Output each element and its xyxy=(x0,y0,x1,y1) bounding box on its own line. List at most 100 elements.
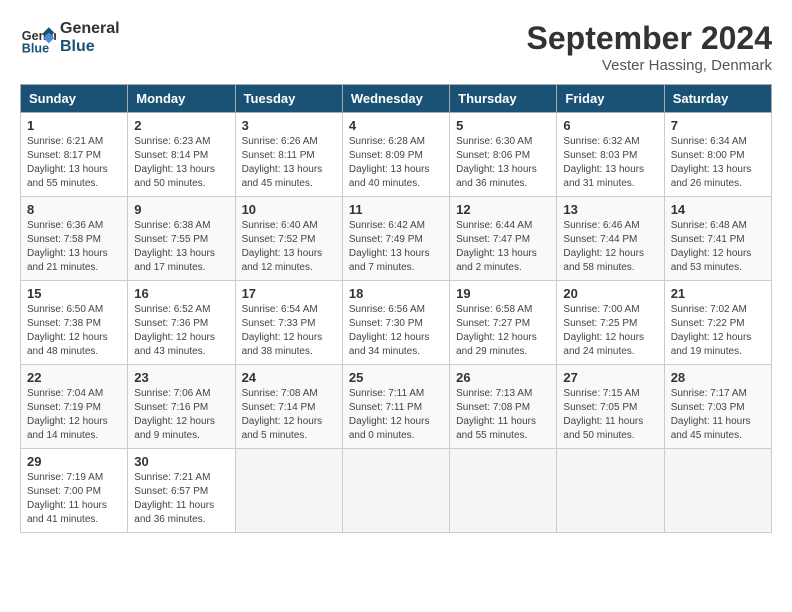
calendar-cell: 18 Sunrise: 6:56 AM Sunset: 7:30 PM Dayl… xyxy=(342,281,449,365)
day-number: 24 xyxy=(242,370,336,385)
calendar-cell: 29 Sunrise: 7:19 AM Sunset: 7:00 PM Dayl… xyxy=(21,449,128,533)
svg-text:Blue: Blue xyxy=(22,41,49,55)
day-of-week-header: Wednesday xyxy=(342,85,449,113)
location-subtitle: Vester Hassing, Denmark xyxy=(527,57,772,74)
day-info: Sunrise: 6:26 AM Sunset: 8:11 PM Dayligh… xyxy=(242,135,336,191)
day-number: 5 xyxy=(456,118,550,133)
day-info: Sunrise: 6:54 AM Sunset: 7:33 PM Dayligh… xyxy=(242,303,336,359)
calendar-cell: 24 Sunrise: 7:08 AM Sunset: 7:14 PM Dayl… xyxy=(235,365,342,449)
day-number: 23 xyxy=(134,370,228,385)
day-info: Sunrise: 6:36 AM Sunset: 7:58 PM Dayligh… xyxy=(27,219,121,275)
day-info: Sunrise: 6:42 AM Sunset: 7:49 PM Dayligh… xyxy=(349,219,443,275)
day-number: 19 xyxy=(456,286,550,301)
day-number: 25 xyxy=(349,370,443,385)
calendar-week-row: 8 Sunrise: 6:36 AM Sunset: 7:58 PM Dayli… xyxy=(21,197,772,281)
day-info: Sunrise: 7:17 AM Sunset: 7:03 PM Dayligh… xyxy=(671,387,765,443)
day-info: Sunrise: 7:02 AM Sunset: 7:22 PM Dayligh… xyxy=(671,303,765,359)
day-number: 28 xyxy=(671,370,765,385)
day-of-week-header: Sunday xyxy=(21,85,128,113)
day-info: Sunrise: 7:15 AM Sunset: 7:05 PM Dayligh… xyxy=(563,387,657,443)
day-info: Sunrise: 6:44 AM Sunset: 7:47 PM Dayligh… xyxy=(456,219,550,275)
calendar-cell: 21 Sunrise: 7:02 AM Sunset: 7:22 PM Dayl… xyxy=(664,281,771,365)
day-info: Sunrise: 6:21 AM Sunset: 8:17 PM Dayligh… xyxy=(27,135,121,191)
day-number: 18 xyxy=(349,286,443,301)
day-number: 1 xyxy=(27,118,121,133)
day-info: Sunrise: 6:38 AM Sunset: 7:55 PM Dayligh… xyxy=(134,219,228,275)
header: General Blue General Blue September 2024… xyxy=(20,20,772,74)
calendar-cell: 3 Sunrise: 6:26 AM Sunset: 8:11 PM Dayli… xyxy=(235,113,342,197)
day-of-week-header: Thursday xyxy=(450,85,557,113)
calendar-cell xyxy=(557,449,664,533)
calendar-cell: 23 Sunrise: 7:06 AM Sunset: 7:16 PM Dayl… xyxy=(128,365,235,449)
calendar-week-row: 1 Sunrise: 6:21 AM Sunset: 8:17 PM Dayli… xyxy=(21,113,772,197)
calendar-cell: 5 Sunrise: 6:30 AM Sunset: 8:06 PM Dayli… xyxy=(450,113,557,197)
calendar-cell: 14 Sunrise: 6:48 AM Sunset: 7:41 PM Dayl… xyxy=(664,197,771,281)
calendar-cell: 12 Sunrise: 6:44 AM Sunset: 7:47 PM Dayl… xyxy=(450,197,557,281)
calendar-cell: 7 Sunrise: 6:34 AM Sunset: 8:00 PM Dayli… xyxy=(664,113,771,197)
calendar-cell xyxy=(664,449,771,533)
calendar-header-row: SundayMondayTuesdayWednesdayThursdayFrid… xyxy=(21,85,772,113)
day-of-week-header: Friday xyxy=(557,85,664,113)
calendar-cell: 15 Sunrise: 6:50 AM Sunset: 7:38 PM Dayl… xyxy=(21,281,128,365)
day-number: 11 xyxy=(349,202,443,217)
calendar-cell: 17 Sunrise: 6:54 AM Sunset: 7:33 PM Dayl… xyxy=(235,281,342,365)
day-info: Sunrise: 6:48 AM Sunset: 7:41 PM Dayligh… xyxy=(671,219,765,275)
day-number: 10 xyxy=(242,202,336,217)
calendar-cell: 28 Sunrise: 7:17 AM Sunset: 7:03 PM Dayl… xyxy=(664,365,771,449)
calendar-cell xyxy=(450,449,557,533)
day-number: 7 xyxy=(671,118,765,133)
day-info: Sunrise: 7:06 AM Sunset: 7:16 PM Dayligh… xyxy=(134,387,228,443)
calendar-cell: 25 Sunrise: 7:11 AM Sunset: 7:11 PM Dayl… xyxy=(342,365,449,449)
logo-blue: Blue xyxy=(60,38,120,56)
day-info: Sunrise: 7:19 AM Sunset: 7:00 PM Dayligh… xyxy=(27,471,121,527)
day-info: Sunrise: 6:52 AM Sunset: 7:36 PM Dayligh… xyxy=(134,303,228,359)
calendar-cell: 20 Sunrise: 7:00 AM Sunset: 7:25 PM Dayl… xyxy=(557,281,664,365)
day-number: 9 xyxy=(134,202,228,217)
day-info: Sunrise: 7:21 AM Sunset: 6:57 PM Dayligh… xyxy=(134,471,228,527)
day-number: 15 xyxy=(27,286,121,301)
calendar-cell: 9 Sunrise: 6:38 AM Sunset: 7:55 PM Dayli… xyxy=(128,197,235,281)
logo: General Blue General Blue xyxy=(20,20,120,56)
day-number: 2 xyxy=(134,118,228,133)
calendar-table: SundayMondayTuesdayWednesdayThursdayFrid… xyxy=(20,84,772,533)
day-number: 4 xyxy=(349,118,443,133)
calendar-week-row: 22 Sunrise: 7:04 AM Sunset: 7:19 PM Dayl… xyxy=(21,365,772,449)
calendar-cell: 2 Sunrise: 6:23 AM Sunset: 8:14 PM Dayli… xyxy=(128,113,235,197)
day-info: Sunrise: 6:23 AM Sunset: 8:14 PM Dayligh… xyxy=(134,135,228,191)
day-number: 29 xyxy=(27,454,121,469)
day-of-week-header: Tuesday xyxy=(235,85,342,113)
calendar-cell: 16 Sunrise: 6:52 AM Sunset: 7:36 PM Dayl… xyxy=(128,281,235,365)
calendar-cell: 1 Sunrise: 6:21 AM Sunset: 8:17 PM Dayli… xyxy=(21,113,128,197)
calendar-cell: 8 Sunrise: 6:36 AM Sunset: 7:58 PM Dayli… xyxy=(21,197,128,281)
day-info: Sunrise: 6:30 AM Sunset: 8:06 PM Dayligh… xyxy=(456,135,550,191)
day-info: Sunrise: 6:56 AM Sunset: 7:30 PM Dayligh… xyxy=(349,303,443,359)
day-of-week-header: Saturday xyxy=(664,85,771,113)
day-info: Sunrise: 7:04 AM Sunset: 7:19 PM Dayligh… xyxy=(27,387,121,443)
day-info: Sunrise: 7:13 AM Sunset: 7:08 PM Dayligh… xyxy=(456,387,550,443)
day-info: Sunrise: 7:08 AM Sunset: 7:14 PM Dayligh… xyxy=(242,387,336,443)
calendar-cell: 6 Sunrise: 6:32 AM Sunset: 8:03 PM Dayli… xyxy=(557,113,664,197)
calendar-cell: 4 Sunrise: 6:28 AM Sunset: 8:09 PM Dayli… xyxy=(342,113,449,197)
day-number: 22 xyxy=(27,370,121,385)
month-title: September 2024 xyxy=(527,20,772,57)
calendar-cell: 11 Sunrise: 6:42 AM Sunset: 7:49 PM Dayl… xyxy=(342,197,449,281)
day-info: Sunrise: 6:50 AM Sunset: 7:38 PM Dayligh… xyxy=(27,303,121,359)
day-number: 20 xyxy=(563,286,657,301)
day-info: Sunrise: 6:58 AM Sunset: 7:27 PM Dayligh… xyxy=(456,303,550,359)
day-number: 30 xyxy=(134,454,228,469)
day-number: 16 xyxy=(134,286,228,301)
calendar-cell: 26 Sunrise: 7:13 AM Sunset: 7:08 PM Dayl… xyxy=(450,365,557,449)
calendar-cell: 22 Sunrise: 7:04 AM Sunset: 7:19 PM Dayl… xyxy=(21,365,128,449)
day-number: 3 xyxy=(242,118,336,133)
day-info: Sunrise: 6:32 AM Sunset: 8:03 PM Dayligh… xyxy=(563,135,657,191)
day-info: Sunrise: 6:40 AM Sunset: 7:52 PM Dayligh… xyxy=(242,219,336,275)
day-number: 13 xyxy=(563,202,657,217)
day-number: 27 xyxy=(563,370,657,385)
calendar-cell: 27 Sunrise: 7:15 AM Sunset: 7:05 PM Dayl… xyxy=(557,365,664,449)
day-of-week-header: Monday xyxy=(128,85,235,113)
day-number: 14 xyxy=(671,202,765,217)
logo-general: General xyxy=(60,20,120,38)
calendar-cell xyxy=(342,449,449,533)
calendar-cell: 13 Sunrise: 6:46 AM Sunset: 7:44 PM Dayl… xyxy=(557,197,664,281)
day-number: 26 xyxy=(456,370,550,385)
